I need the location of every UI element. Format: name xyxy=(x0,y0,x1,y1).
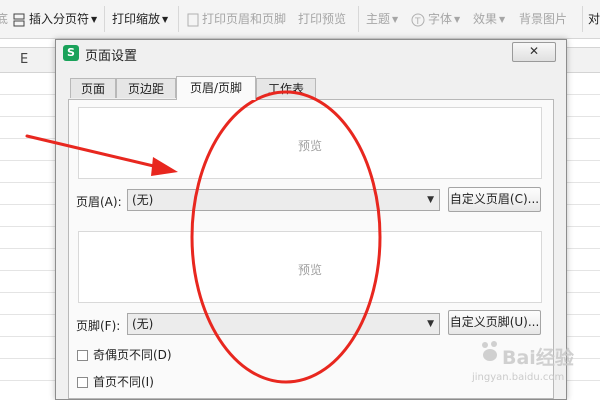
paw-icon xyxy=(482,341,497,361)
footer-label: 页脚(F): xyxy=(76,319,121,333)
tab-margins[interactable]: 页边距 xyxy=(116,78,176,98)
effects-label: 效果 xyxy=(473,12,498,26)
font-label: 字体 xyxy=(428,12,453,26)
chevron-down-icon: ▼ xyxy=(392,14,399,24)
odd-even-label: 奇偶页不同(D) xyxy=(93,348,172,362)
header-label: 页眉(A): xyxy=(76,195,122,209)
odd-even-option[interactable]: 奇偶页不同(D) xyxy=(77,348,172,364)
header-select[interactable]: (无) ▼ xyxy=(127,189,440,211)
theme-button[interactable]: 主题 ▼ xyxy=(366,11,398,27)
document-icon xyxy=(187,13,199,26)
ribbon-partial-left: 底 xyxy=(0,12,9,26)
header-preview-label: 预览 xyxy=(297,139,322,153)
chevron-down-icon: ▼ xyxy=(91,14,98,24)
close-icon: ✕ xyxy=(528,44,540,58)
footer-preview-box: 预览 xyxy=(78,231,542,303)
chevron-down-icon: ▼ xyxy=(454,14,461,24)
dialog-titlebar[interactable]: S 页面设置 ✕ xyxy=(56,40,566,66)
background-image-label: 背景图片 xyxy=(519,12,568,26)
dropdown-arrow-icon: ▼ xyxy=(427,319,434,329)
baidu-jingyan-watermark: Bai经验 jingyan.baidu.com xyxy=(442,330,592,390)
first-page-option[interactable]: 首页不同(I) xyxy=(77,375,154,391)
effects-button[interactable]: 效果 ▼ xyxy=(473,11,505,27)
column-header-e[interactable]: E xyxy=(20,52,28,67)
tab-page[interactable]: 页面 xyxy=(70,78,116,98)
insert-page-break-button[interactable]: 插入分页符 ▼ xyxy=(12,11,97,27)
font-button[interactable]: T 字体 ▼ xyxy=(411,11,460,27)
ribbon-divider xyxy=(178,6,179,32)
tab-header-footer[interactable]: 页眉/页脚 xyxy=(176,76,256,100)
wps-spreadsheet-logo-icon: S xyxy=(63,45,79,61)
chevron-down-icon: ▼ xyxy=(499,14,506,24)
print-scale-label: 打印缩放 xyxy=(112,12,161,26)
theme-label: 主题 xyxy=(366,12,391,26)
font-circle-icon: T xyxy=(411,13,425,27)
insert-page-break-label: 插入分页符 xyxy=(29,12,90,26)
print-header-footer-button[interactable]: 打印页眉和页脚 xyxy=(187,11,286,27)
ribbon-divider xyxy=(358,6,359,32)
dialog-title: 页面设置 xyxy=(85,49,138,64)
footer-preview-label: 预览 xyxy=(297,263,322,277)
ribbon-partial-right: 对 xyxy=(588,12,600,26)
print-preview-button[interactable]: 打印预览 xyxy=(298,11,346,27)
background-image-button[interactable]: 背景图片 xyxy=(519,11,567,27)
page-break-icon xyxy=(13,13,25,26)
print-scale-button[interactable]: 打印缩放 ▼ xyxy=(112,11,168,27)
header-select-value: (无) xyxy=(132,193,154,207)
svg-text:T: T xyxy=(414,17,421,27)
print-header-footer-label: 打印页眉和页脚 xyxy=(202,12,287,26)
first-page-label: 首页不同(I) xyxy=(93,375,154,389)
ribbon-toolbar: 底 插入分页符 ▼ 打印缩放 ▼ 打印页眉和页脚 打印预览 主题 ▼ T 字体 ▼ 效果… xyxy=(0,0,600,39)
print-preview-label: 打印预览 xyxy=(298,12,347,26)
tab-sheet[interactable]: 工作表 xyxy=(256,78,316,98)
footer-select[interactable]: (无) ▼ xyxy=(127,313,440,335)
watermark-url: jingyan.baidu.com xyxy=(472,372,565,383)
first-page-checkbox[interactable] xyxy=(77,377,88,388)
ribbon-divider xyxy=(582,6,583,32)
custom-header-button[interactable]: 自定义页眉(C)... xyxy=(448,187,541,212)
header-preview-box: 预览 xyxy=(78,107,542,179)
odd-even-checkbox[interactable] xyxy=(77,350,88,361)
chevron-down-icon: ▼ xyxy=(162,14,169,24)
close-button[interactable]: ✕ xyxy=(512,42,556,62)
footer-select-value: (无) xyxy=(132,317,154,331)
ribbon-divider xyxy=(104,6,105,32)
watermark-brand: Bai经验 xyxy=(502,347,574,369)
dropdown-arrow-icon: ▼ xyxy=(427,195,434,205)
